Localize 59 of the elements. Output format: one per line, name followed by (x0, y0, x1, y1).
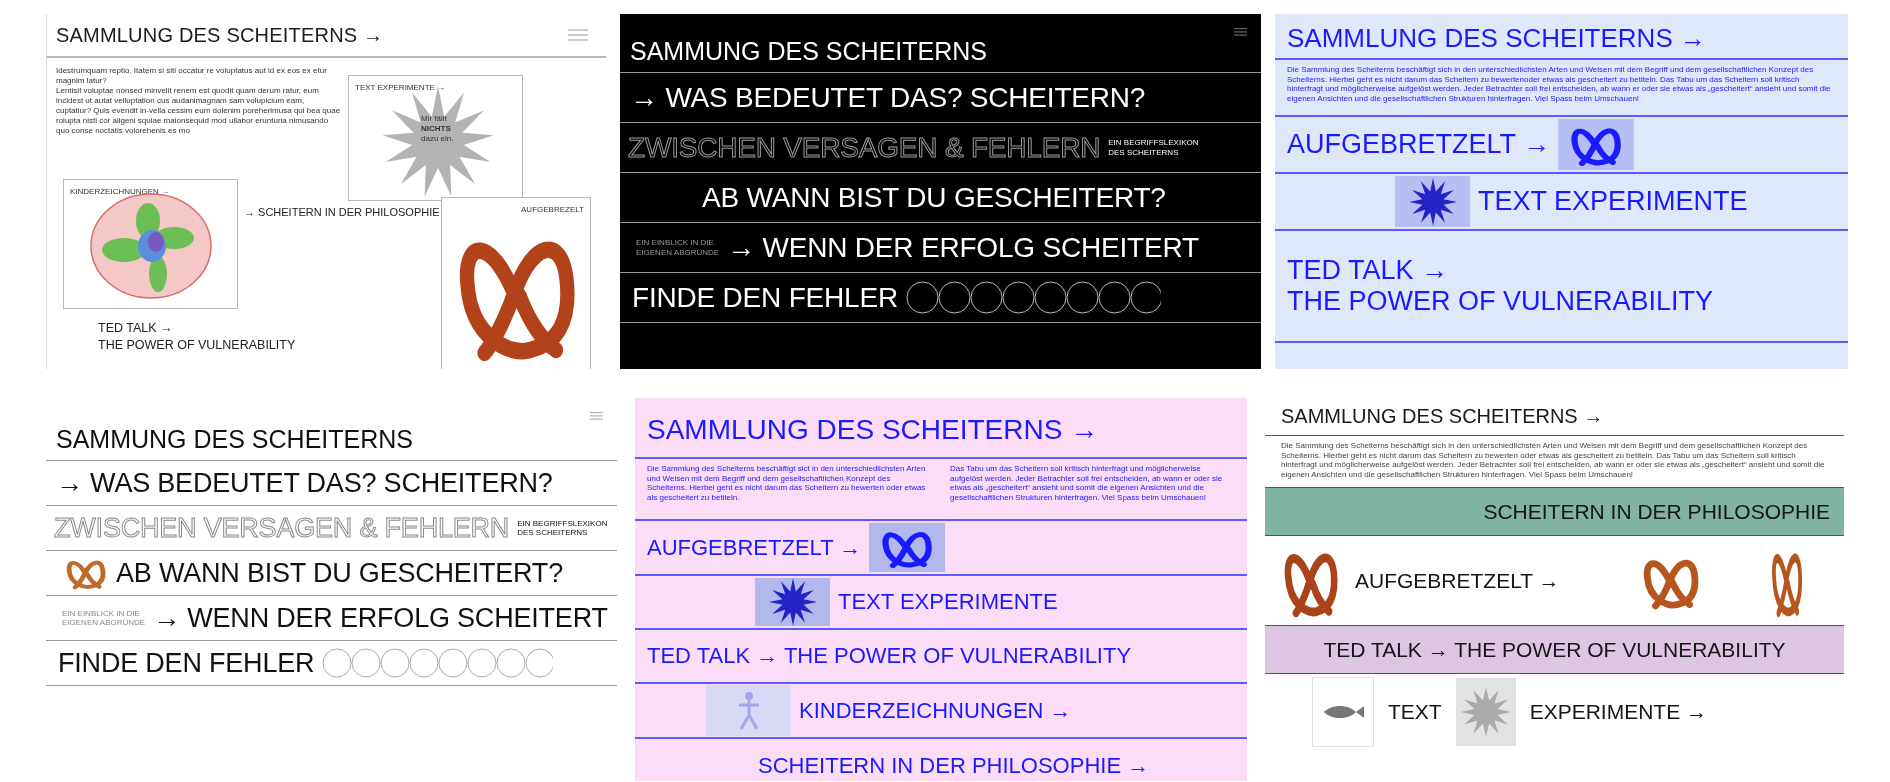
menu-link[interactable]: FINDE DEN FEHLER (58, 647, 315, 679)
image-tile[interactable] (1558, 119, 1635, 170)
menu-link[interactable]: FINDE DEN FEHLER (632, 281, 898, 314)
fish-icon (1322, 704, 1364, 720)
photo-card[interactable]: AUFGEBREZELT (441, 197, 591, 369)
card-label: KINDERZEICHNUNGEN → (70, 187, 170, 196)
site-title[interactable]: SAMMLUNG DES SCHEITERNS → (56, 23, 384, 47)
menu-link[interactable]: TEXT EXPERIMENTE (1478, 185, 1748, 217)
intro-text: Das Tabu um das Scheitern soll kritisch hinterfragt und möglicherweise aufgelöst werden. Jeder Betrachter soll frei entscheiden, ab wann er oder sie etwas als „gescheitert“ ansieht und somit die eigenen Ansichten und die gesellschaftlichen Strukturen hinterfragen. Viel Spass beim Umschauen! (950, 464, 1224, 504)
menu-icon[interactable] (1234, 28, 1247, 36)
drawing-card[interactable]: KINDERZEICHNUNGEN → (63, 179, 238, 309)
menu-link[interactable]: KINDERZEICHNUNGEN → (799, 697, 1072, 724)
image-tile[interactable] (1395, 176, 1470, 227)
menu-link[interactable]: → WAS BEDEUTET DAS? SCHEITERN? (630, 81, 1146, 114)
subtitle-note: EIN EINBLICK IN DIE EIGENEN ABGRÜNDE (636, 238, 720, 257)
image-tile[interactable] (755, 578, 830, 626)
site-title[interactable]: SAMMUNG DES SCHEITERNS (56, 425, 413, 454)
menu-link[interactable]: TED TALK → THE POWER OF VULNERABILITY (1323, 637, 1786, 662)
site-title[interactable]: SAMMLUNG DES SCHEITERNS → (647, 413, 1099, 446)
text-experiment-card[interactable]: TEXT EXPERIMENTE → Mir fällt NICHTS dazu ein. (348, 75, 523, 201)
color-band[interactable]: TED TALK → THE POWER OF VULNERABILITY (1265, 626, 1844, 674)
ted-talk-link[interactable]: TED TALK → THE POWER OF VULNERABILITY (98, 320, 296, 354)
image-tile[interactable] (869, 523, 946, 572)
menu-link[interactable]: ZWISCHEN VERSAGEN & FEHLERN (628, 131, 1101, 164)
menu-link[interactable]: AUFGEBRETZELT → (1287, 128, 1551, 160)
philosophy-link[interactable]: → SCHEITERN IN DER PHILOSOPHIE (244, 204, 440, 221)
burst-text: Mir fällt NICHTS dazu ein. (421, 114, 454, 144)
menu-link[interactable]: TED TALK → THE POWER OF VULNERABILITY (647, 643, 1132, 669)
site-title[interactable]: SAMMLUNG DES SCHEITERNS → (1287, 22, 1706, 54)
body-text: Idestrumquam reptio. Itatem si siti occatur re voluptatus aut id ex eos ex etur magnim latur? (56, 66, 328, 86)
image-tile[interactable] (1455, 678, 1516, 746)
subtitle-note: EIN EINBLICK IN DIE EIGENEN ABGRÜNDE (62, 608, 146, 628)
subtitle-note: EIN BEGRIFFSLEXIKON DES SCHEITERNS (1108, 138, 1199, 157)
body-text: Lentisit voluptae nonsed minvelit renem est quodit quam derum ratur, eum incidest ut autat velluptation cus audanimagnam sam volupicium eam, cuptatiur? Quis evendit in-vella cessim eum dolenim poreherimusa qui bea quae rolupta nisti cor aligeni squiae maionsequid mod ullabor erunturia nimusando quo conse noctatis volorehenis es mo (56, 86, 341, 136)
menu-link[interactable]: AB WANN BIST DU GESCHEITERT? (702, 181, 1166, 214)
menu-link[interactable]: ZWISCHEN VERSAGEN & FEHLERN (54, 512, 510, 544)
menu-link[interactable]: TED TALK → THE POWER OF VULNERABILITY (1287, 254, 1714, 318)
intro-text: Die Sammlung des Scheiterns beschäftigt sict in den unterschiedlichsten Arten und Weisen mit dem Begriff und dem gesellschaftlichen Konzept des Scheiterns. Hierbei geht es nicht darum das Scheitern zu bewerten oder etwas als gescheitert zu betiteln. (647, 464, 927, 504)
menu-link[interactable]: → WAS BEDEUTET DAS? SCHEITERN? (56, 467, 553, 499)
menu-link[interactable]: AB WANN BIST DU GESCHEITERT? (116, 557, 563, 589)
menu-link[interactable]: EXPERIMENTE → (1529, 700, 1708, 724)
intro-text: Die Sammlung des Scheiterns beschäftigt sich in den unterschiedlichsten Arten und Weisen mit dem Begriff und dem gesellschaftlichen Konzept des Scheiterns. Hierbei geht es nicht darum das Scheitern zu bewertenoder etwas als gescheitert zu betiteln. Das Tabu um das Scheitern soll kritisch hinterfragt und möglicherweise aufgelöst werden. Jeder Betrachter soll frei entscheiden, ab wann er oder sie etwas als „gescheitert“ ansieht und somit die eigenen Ansichten und die gesellschaftlichen Strukturen hinterfragen. Viel Spass beim Umschauen! (1287, 65, 1832, 105)
menu-link[interactable]: AUFGEBRETZELT → (1355, 568, 1560, 593)
circles-drawing[interactable] (905, 281, 1161, 314)
menu-link[interactable]: TEXT (1388, 700, 1442, 724)
menu-link[interactable]: → WENN DER ERFOLG SCHEITERT (727, 231, 1199, 264)
card-label: AUFGEBREZELT (521, 205, 584, 214)
image-tile[interactable] (706, 685, 791, 736)
menu-link[interactable]: SCHEITERN IN DER PHILOSOPHIE (1483, 499, 1830, 524)
menu-link[interactable]: TEXT EXPERIMENTE (838, 589, 1058, 615)
document-thumbnail[interactable] (1312, 677, 1374, 747)
menu-link[interactable]: AUFGEBRETZELT → (647, 534, 862, 561)
site-title[interactable]: SAMMUNG DES SCHEITERNS (630, 37, 987, 66)
menu-link[interactable]: → WENN DER ERFOLG SCHEITERT (153, 602, 608, 634)
site-title[interactable]: SAMMLUNG DES SCHEITERNS → (1281, 405, 1604, 428)
color-band[interactable]: SCHEITERN IN DER PHILOSOPHIE (1265, 488, 1844, 536)
subtitle-note: EIN BEGRIFFSLEXIKON DES SCHEITERNS (517, 518, 608, 538)
card-label: TEXT EXPERIMENTE → (355, 83, 446, 92)
menu-link[interactable]: SCHEITERN IN DER PHILOSOPHIE → (758, 752, 1150, 779)
